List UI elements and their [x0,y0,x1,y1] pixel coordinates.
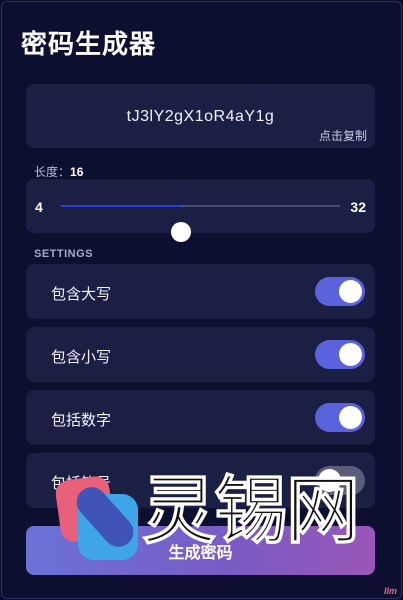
toggle-knob [339,343,362,366]
copy-hint[interactable]: 点击复制 [319,127,367,144]
numbers-toggle[interactable] [315,403,365,432]
option-lowercase: 包含小写 [26,327,375,382]
option-label: 包含大写 [51,286,112,303]
length-value: 16 [70,165,84,179]
watermark-site-text: Ilm [383,586,397,596]
password-display[interactable]: tJ3lY2gX1oR4aY1g 点击复制 [26,84,375,148]
toggle-knob [339,406,362,429]
page-title: 密码生成器 [21,29,157,59]
option-numbers: 包括数字 [26,390,375,445]
length-slider-fill [61,205,181,207]
password-text[interactable]: tJ3lY2gX1oR4aY1g [26,108,375,126]
length-slider-thumb[interactable] [170,222,191,242]
slider-max-label: 32 [350,199,366,215]
slider-min-label: 4 [35,199,43,215]
watermark-brand-text: 灵锡网 [142,468,361,554]
option-uppercase: 包含大写 [26,264,375,319]
lowercase-toggle[interactable] [315,340,365,369]
length-label-text: 长度： [34,165,71,179]
length-slider-card: 4 32 [26,179,375,242]
toggle-knob [339,280,362,303]
option-label: 包括数字 [51,412,112,429]
length-slider-track[interactable] [61,205,340,242]
length-label: 长度：16 [34,163,83,180]
uppercase-toggle[interactable] [315,277,365,306]
watermark-logo-icon [56,476,138,560]
settings-heading: SETTINGS [34,248,94,260]
option-label: 包含小写 [51,349,112,366]
